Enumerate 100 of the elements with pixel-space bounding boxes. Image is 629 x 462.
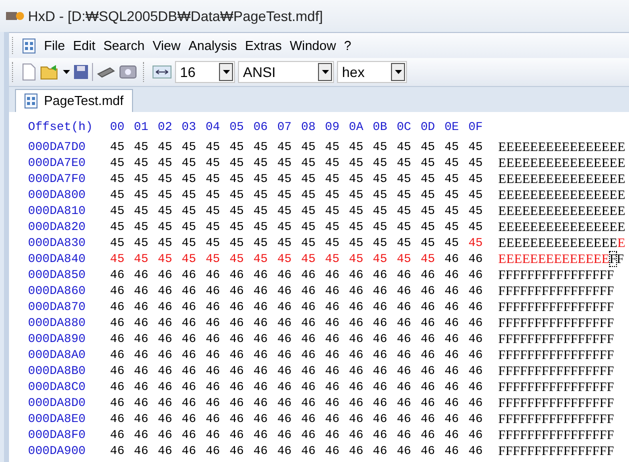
byte-cell[interactable]: 45: [301, 251, 326, 267]
byte-cell[interactable]: 46: [468, 315, 492, 331]
byte-cell[interactable]: 46: [253, 395, 278, 411]
byte-cell[interactable]: 45: [253, 219, 278, 235]
byte-cell[interactable]: 45: [372, 187, 397, 203]
byte-cell[interactable]: 45: [182, 187, 206, 203]
byte-cell[interactable]: 46: [372, 283, 397, 299]
byte-cell[interactable]: 45: [158, 219, 182, 235]
byte-cell[interactable]: 45: [396, 203, 421, 219]
byte-cell[interactable]: 46: [277, 315, 302, 331]
byte-cell[interactable]: 46: [420, 363, 444, 379]
text-cell[interactable]: EEEEEEEEEEEEEEEE: [498, 171, 626, 187]
byte-cell[interactable]: 46: [348, 395, 373, 411]
byte-cell[interactable]: 46: [206, 299, 230, 315]
byte-cell[interactable]: 46: [348, 443, 373, 459]
byte-cell[interactable]: 46: [420, 347, 444, 363]
byte-cell[interactable]: 46: [372, 411, 397, 427]
byte-cell[interactable]: 45: [468, 139, 492, 155]
byte-cell[interactable]: 46: [372, 443, 397, 459]
byte-cell[interactable]: 46: [134, 395, 158, 411]
byte-cell[interactable]: 45: [229, 155, 254, 171]
byte-cell[interactable]: 45: [444, 187, 468, 203]
byte-cell[interactable]: 46: [420, 395, 444, 411]
byte-cell[interactable]: 46: [182, 299, 206, 315]
byte-cell[interactable]: 45: [110, 187, 134, 203]
byte-cell[interactable]: 46: [229, 443, 254, 459]
byte-cell[interactable]: 45: [134, 235, 158, 251]
byte-cell[interactable]: 46: [277, 427, 302, 443]
byte-cell[interactable]: 45: [206, 235, 230, 251]
byte-cell[interactable]: 46: [253, 283, 278, 299]
toolbar-grip[interactable]: [143, 62, 146, 82]
byte-cell[interactable]: 45: [372, 203, 397, 219]
byte-cell[interactable]: 46: [444, 443, 468, 459]
byte-cell[interactable]: 45: [301, 203, 326, 219]
byte-cell[interactable]: 46: [158, 379, 182, 395]
bytes-per-row-dropdown[interactable]: 16: [175, 61, 235, 83]
byte-cell[interactable]: 46: [110, 395, 134, 411]
byte-cell[interactable]: 46: [253, 379, 278, 395]
byte-cell[interactable]: 46: [420, 427, 444, 443]
byte-cell[interactable]: 46: [468, 283, 492, 299]
byte-cell[interactable]: 46: [182, 379, 206, 395]
byte-cell[interactable]: 45: [277, 171, 302, 187]
byte-cell[interactable]: 45: [229, 235, 254, 251]
byte-cell[interactable]: 46: [468, 443, 492, 459]
byte-cell[interactable]: 46: [348, 363, 373, 379]
byte-cell[interactable]: 45: [277, 187, 302, 203]
byte-cell[interactable]: 46: [325, 347, 349, 363]
byte-cell[interactable]: 46: [229, 411, 254, 427]
byte-cell[interactable]: 46: [468, 379, 492, 395]
byte-cell[interactable]: 45: [158, 155, 182, 171]
byte-cell[interactable]: 46: [325, 427, 349, 443]
byte-cell[interactable]: 46: [277, 363, 302, 379]
byte-cell[interactable]: 46: [158, 347, 182, 363]
byte-cell[interactable]: 45: [182, 155, 206, 171]
byte-cell[interactable]: 46: [301, 315, 326, 331]
byte-cell[interactable]: 46: [158, 395, 182, 411]
byte-cell[interactable]: 46: [206, 443, 230, 459]
dropdown-button[interactable]: [391, 63, 405, 81]
byte-cell[interactable]: 46: [372, 299, 397, 315]
byte-cell[interactable]: 46: [325, 299, 349, 315]
byte-cell[interactable]: 46: [182, 331, 206, 347]
text-cell[interactable]: EEEEEEEEEEEEEEEE: [498, 203, 626, 219]
byte-cell[interactable]: 46: [444, 379, 468, 395]
byte-cell[interactable]: 45: [396, 187, 421, 203]
byte-cell[interactable]: 45: [301, 139, 326, 155]
width-arrows-icon[interactable]: [152, 65, 172, 79]
byte-cell[interactable]: 46: [277, 267, 302, 283]
byte-cell[interactable]: 46: [110, 267, 134, 283]
byte-cell[interactable]: 46: [396, 411, 421, 427]
text-cell[interactable]: FFFFFFFFFFFFFFFF: [498, 379, 614, 395]
byte-cell[interactable]: 46: [110, 347, 134, 363]
byte-cell[interactable]: 46: [396, 315, 421, 331]
text-cell[interactable]: F: [609, 251, 617, 267]
byte-cell[interactable]: 46: [110, 443, 134, 459]
byte-cell[interactable]: 46: [468, 331, 492, 347]
byte-cell[interactable]: 45: [277, 219, 302, 235]
byte-cell[interactable]: 45: [301, 187, 326, 203]
byte-cell[interactable]: 45: [372, 139, 397, 155]
byte-cell[interactable]: 45: [158, 203, 182, 219]
byte-cell[interactable]: 45: [348, 219, 373, 235]
byte-cell[interactable]: 46: [229, 347, 254, 363]
byte-cell[interactable]: 46: [253, 443, 278, 459]
byte-cell[interactable]: 46: [468, 347, 492, 363]
byte-cell[interactable]: 45: [420, 139, 444, 155]
byte-cell[interactable]: 46: [372, 395, 397, 411]
byte-cell[interactable]: 45: [253, 187, 278, 203]
byte-cell[interactable]: 46: [182, 427, 206, 443]
byte-cell[interactable]: 46: [420, 315, 444, 331]
byte-cell[interactable]: 46: [325, 379, 349, 395]
byte-cell[interactable]: 46: [420, 411, 444, 427]
byte-cell[interactable]: 46: [325, 331, 349, 347]
byte-cell[interactable]: 46: [468, 395, 492, 411]
byte-cell[interactable]: 45: [396, 155, 421, 171]
byte-cell[interactable]: 46: [468, 267, 492, 283]
byte-cell[interactable]: 46: [253, 347, 278, 363]
menu-item[interactable]: File: [40, 36, 69, 56]
byte-cell[interactable]: 46: [182, 395, 206, 411]
byte-cell[interactable]: 46: [277, 411, 302, 427]
byte-cell[interactable]: 45: [420, 251, 444, 267]
byte-cell[interactable]: 46: [420, 299, 444, 315]
